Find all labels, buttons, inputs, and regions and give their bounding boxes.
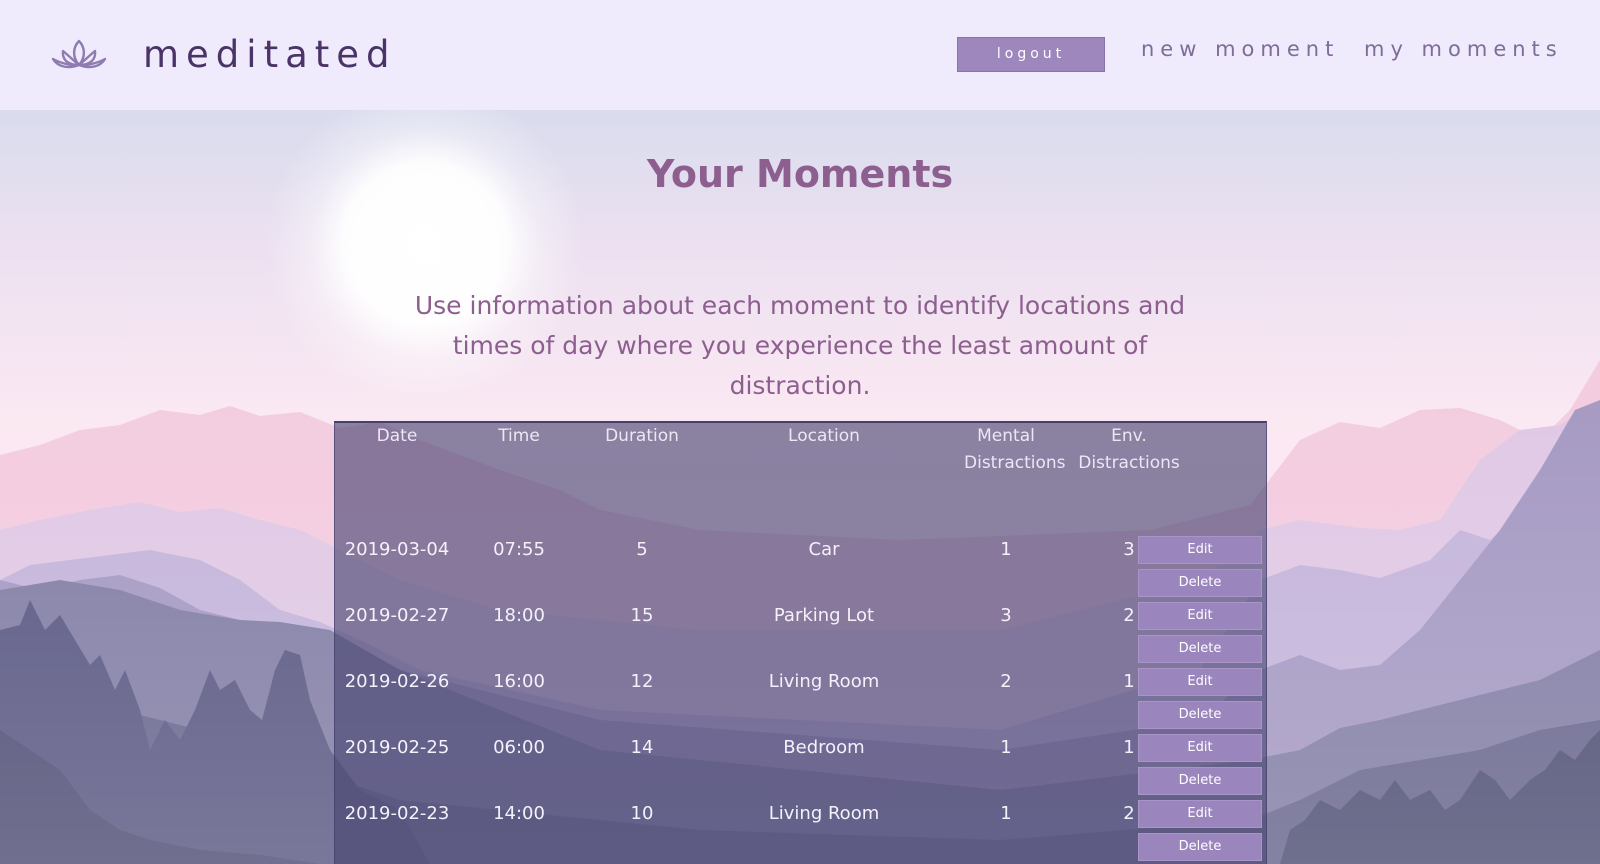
cell-date: 2019-02-26: [344, 671, 450, 692]
nav-link-new-moment[interactable]: new moment: [1141, 34, 1339, 64]
column-header-time: Time: [498, 426, 540, 446]
edit-button[interactable]: Edit: [1138, 668, 1262, 696]
edit-button[interactable]: Edit: [1138, 800, 1262, 828]
top-navigation-bar: meditated logout new moment my moments: [0, 0, 1600, 110]
delete-button[interactable]: Delete: [1138, 569, 1262, 597]
cell-time: 18:00: [493, 605, 545, 626]
cell-date: 2019-03-04: [344, 539, 450, 560]
column-header-env-distractions: Env. Distractions: [1078, 426, 1180, 473]
delete-button[interactable]: Delete: [1138, 701, 1262, 729]
cell-date: 2019-02-25: [344, 737, 450, 758]
brand-name[interactable]: meditated: [143, 32, 397, 78]
delete-button[interactable]: Delete: [1138, 635, 1262, 663]
edit-button[interactable]: Edit: [1138, 602, 1262, 630]
cell-duration: 15: [630, 605, 654, 626]
column-header-date: Date: [376, 426, 418, 446]
lotus-icon: [51, 39, 107, 69]
nav-link-my-moments[interactable]: my moments: [1364, 34, 1563, 64]
page-intro-text: Use information about each moment to ide…: [414, 291, 1186, 400]
cell-duration: 12: [630, 671, 654, 692]
moments-table: Date Time Duration Location Mental Distr…: [334, 421, 1267, 864]
cell-date: 2019-02-23: [344, 803, 450, 824]
edit-button[interactable]: Edit: [1138, 536, 1262, 564]
cell-time: 06:00: [493, 737, 545, 758]
cell-date: 2019-02-27: [344, 605, 450, 626]
logout-button[interactable]: logout: [957, 37, 1105, 72]
cell-duration: 5: [636, 539, 648, 560]
cell-time: 16:00: [493, 671, 545, 692]
delete-button[interactable]: Delete: [1138, 767, 1262, 795]
cell-duration: 14: [630, 737, 654, 758]
page-title: Your Moments: [646, 152, 954, 196]
delete-button[interactable]: Delete: [1138, 833, 1262, 861]
cell-duration: 10: [630, 803, 654, 824]
cell-time: 14:00: [493, 803, 545, 824]
cell-time: 07:55: [493, 539, 545, 560]
edit-button[interactable]: Edit: [1138, 734, 1262, 762]
column-header-duration: Duration: [605, 426, 679, 446]
